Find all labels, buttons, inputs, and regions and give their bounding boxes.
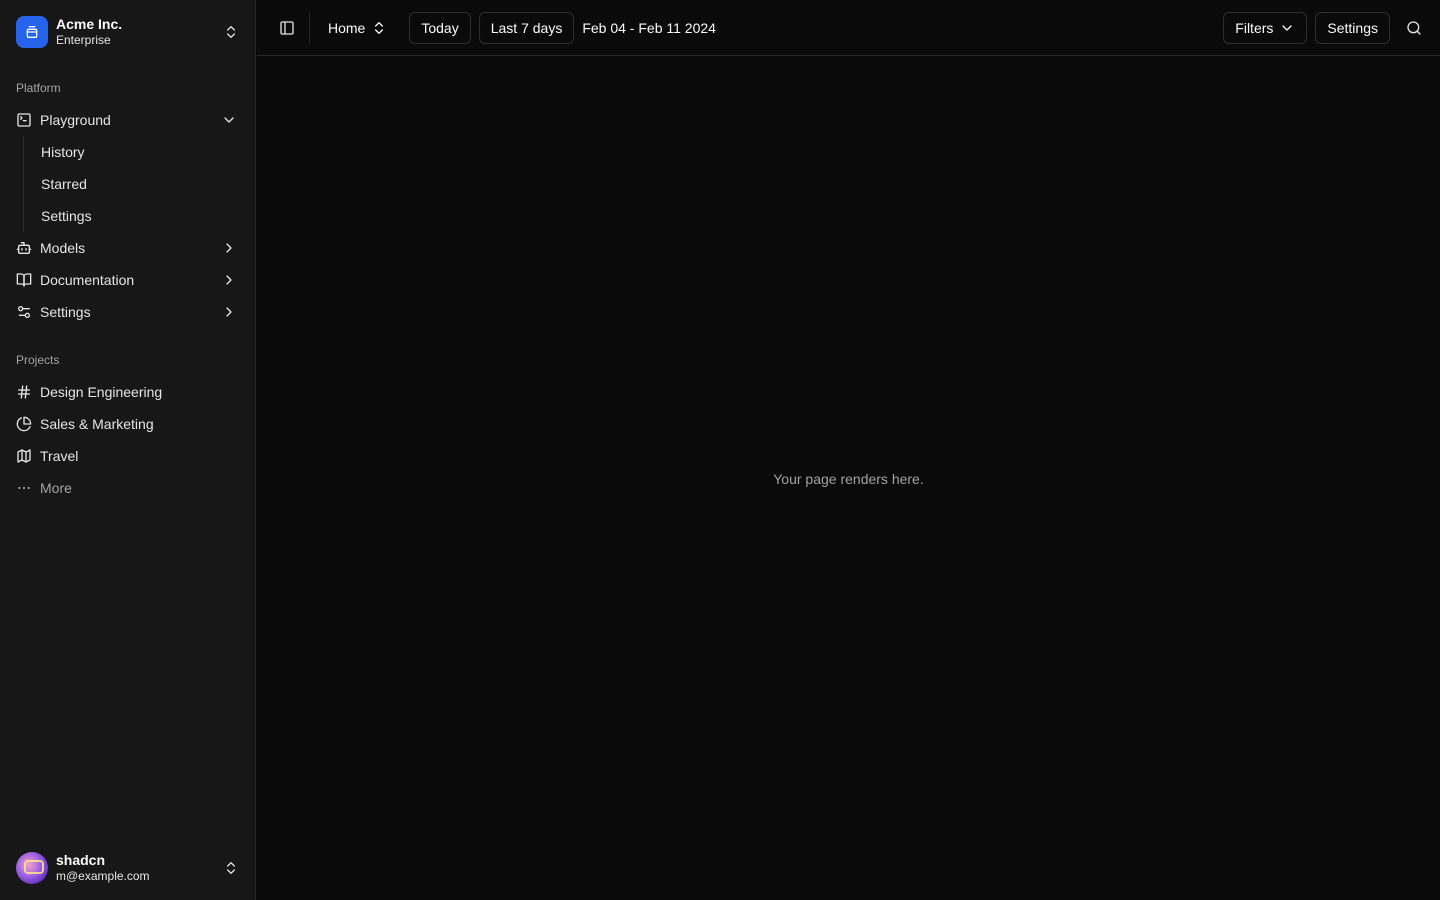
header-divider [309,11,310,44]
main-content: Your page renders here. [257,57,1440,900]
project-item-label: Sales & Marketing [40,416,154,432]
project-item-design-engineering[interactable]: Design Engineering [0,376,255,408]
project-item-sales-marketing[interactable]: Sales & Marketing [0,408,255,440]
top-header: Home Today Last 7 days Feb 04 - Feb 11 2… [257,0,1440,56]
sidebar: Acme Inc. Enterprise Platform Playground… [0,0,256,900]
team-logo-icon [16,16,48,48]
chevron-right-icon [221,272,237,288]
settings-button[interactable]: Settings [1315,11,1390,44]
projects-group-label: Projects [16,353,60,367]
sidebar-item-label: Documentation [40,272,135,288]
chevron-right-icon [221,304,237,320]
project-item-travel[interactable]: Travel [0,440,255,472]
chevrons-up-down-icon [371,20,387,36]
submenu-item-history[interactable]: History [41,136,255,168]
home-label: Home [328,19,366,36]
pie-chart-icon [16,416,32,432]
more-horizontal-icon [16,480,32,496]
user-text: shadcn m@example.com [56,851,215,885]
projects-more-button[interactable]: More [0,472,255,504]
team-text: Acme Inc. Enterprise [56,16,215,49]
chevron-down-icon [1279,20,1295,36]
square-terminal-icon [16,112,32,128]
sidebar-item-documentation[interactable]: Documentation [0,264,255,296]
user-email: m@example.com [56,869,150,884]
sidebar-item-models[interactable]: Models [0,232,255,264]
chevron-right-icon [221,240,237,256]
avatar [16,852,48,884]
hash-icon [16,384,32,400]
home-selector[interactable]: Home [320,12,395,44]
bot-icon [16,240,32,256]
project-item-label: Travel [40,448,79,464]
date-range: Feb 04 - Feb 11 2024 [582,19,716,36]
settings-sliders-icon [16,304,32,320]
project-item-label: Design Engineering [40,384,163,400]
submenu-item-settings[interactable]: Settings [41,200,255,232]
sidebar-item-label: Settings [40,304,91,320]
team-name: Acme Inc. [56,15,123,32]
chevron-down-icon [221,112,237,128]
submenu-item-starred[interactable]: Starred [41,168,255,200]
sidebar-item-playground[interactable]: Playground [0,104,255,136]
sidebar-item-label: Playground [40,112,111,128]
platform-group-label: Platform [16,81,61,95]
chevrons-up-down-icon [223,860,239,876]
map-icon [16,448,32,464]
sidebar-item-settings[interactable]: Settings [0,296,255,328]
page-placeholder: Your page renders here. [773,470,924,487]
filters-label: Filters [1235,19,1274,36]
more-label: More [40,480,72,496]
last-7-days-button[interactable]: Last 7 days [478,11,575,44]
team-plan: Enterprise [56,33,111,48]
today-button[interactable]: Today [409,11,471,44]
sidebar-toggle-icon[interactable] [273,14,301,42]
book-open-icon [16,272,32,288]
sidebar-item-label: Models [40,240,86,256]
playground-submenu: History Starred Settings [23,136,255,232]
user-menu[interactable]: shadcn m@example.com [0,836,255,900]
search-icon[interactable] [1400,14,1428,42]
user-name: shadcn [56,852,106,869]
chevrons-up-down-icon [223,24,239,40]
filters-button[interactable]: Filters [1223,11,1308,44]
team-switcher[interactable]: Acme Inc. Enterprise [0,0,255,64]
